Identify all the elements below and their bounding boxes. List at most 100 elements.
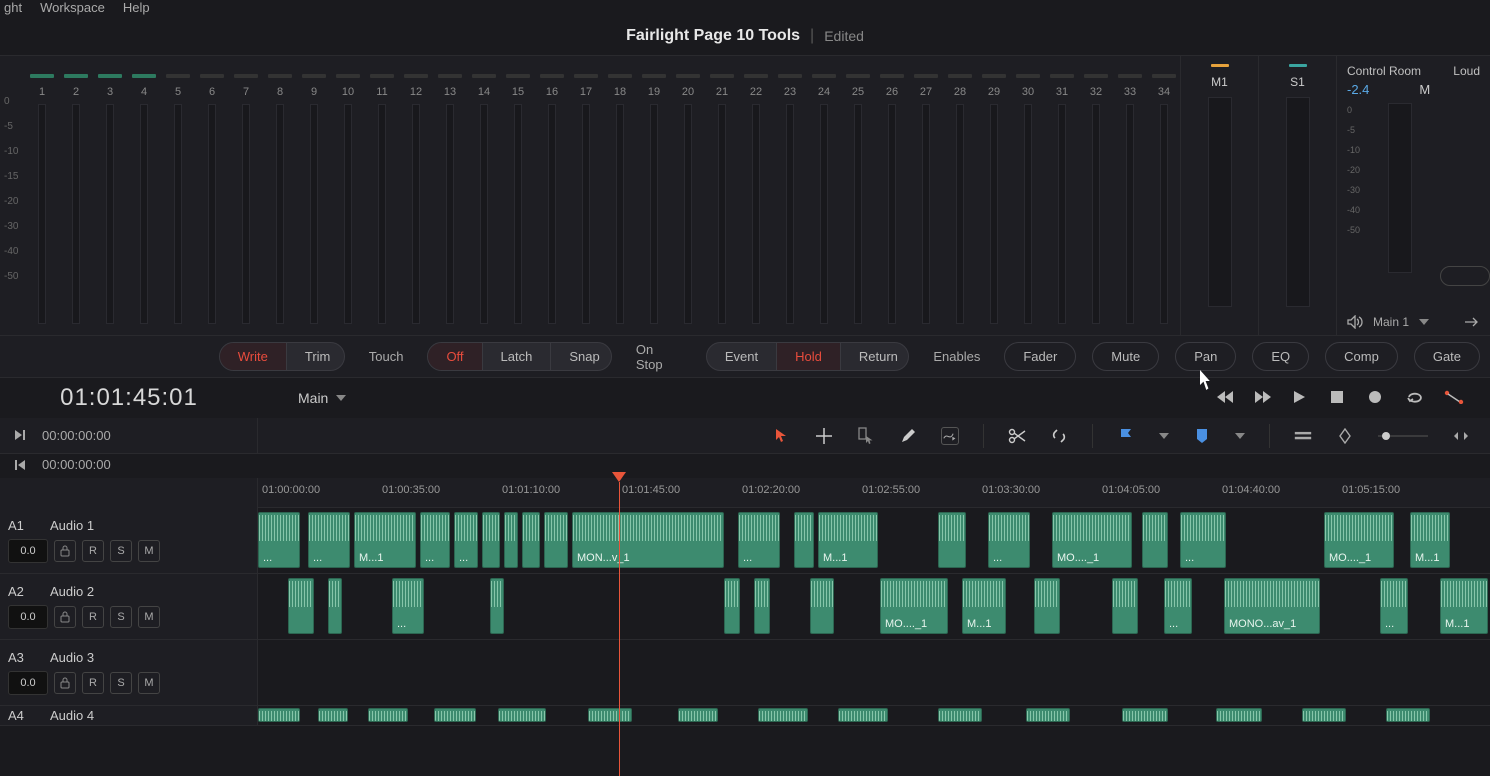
arm-button[interactable]: R [82,540,104,562]
audio-clip[interactable] [490,578,504,634]
audio-clip[interactable] [1122,708,1168,722]
audio-clip[interactable]: ... [988,512,1030,568]
touch-snap-button[interactable]: Snap [551,343,612,370]
touch-latch-button[interactable]: Latch [483,343,552,370]
channel-12[interactable]: 12 [402,74,430,324]
record-button[interactable] [1368,390,1384,406]
channel-8[interactable]: 8 [266,74,294,324]
audio-clip[interactable] [1386,708,1430,722]
fast-forward-button[interactable] [1254,390,1270,406]
automation-trim-button[interactable]: Trim [287,343,345,370]
channel-4[interactable]: 4 [130,74,158,324]
expand-icon[interactable] [1452,427,1470,445]
enable-fader-button[interactable]: Fader [1004,342,1076,371]
audio-clip[interactable] [678,708,718,722]
mute-button[interactable]: M [138,606,160,628]
audio-clip[interactable] [544,512,568,568]
out-point-timecode[interactable]: 00:00:00:00 [42,457,111,472]
arm-button[interactable]: R [82,606,104,628]
scrub-slider[interactable] [1378,427,1428,445]
audio-clip[interactable] [938,708,982,722]
audio-clip[interactable] [522,512,540,568]
timeline-view-icon[interactable] [1294,427,1312,445]
track-volume[interactable]: 0.0 [8,539,48,563]
audio-clip[interactable]: ... [420,512,450,568]
audio-clip[interactable] [758,708,808,722]
channel-32[interactable]: 32 [1082,74,1110,324]
audio-clip[interactable] [1216,708,1262,722]
audio-clip[interactable]: MONO...av_1 [1224,578,1320,634]
marker-blue-icon[interactable] [1193,427,1211,445]
track-header-A4[interactable]: A4Audio 4 [0,706,258,725]
enable-comp-button[interactable]: Comp [1325,342,1398,371]
audio-clip[interactable]: ... [1180,512,1226,568]
arm-button[interactable]: R [82,672,104,694]
rewind-button[interactable] [1216,390,1232,406]
pencil-tool-icon[interactable] [899,427,917,445]
channel-1[interactable]: 1 [28,74,56,324]
onstop-return-button[interactable]: Return [841,343,909,370]
audio-clip[interactable]: ... [1380,578,1408,634]
audio-clip[interactable] [328,578,342,634]
enable-pan-button[interactable]: Pan [1175,342,1236,371]
audio-clip[interactable]: M...1 [354,512,416,568]
track-lane-A2[interactable]: ...MO...._1M...1...MONO...av_1...M...1 [258,574,1490,639]
scissors-icon[interactable] [1008,427,1026,445]
audio-clip[interactable]: ... [392,578,424,634]
selection-tool-icon[interactable] [773,427,791,445]
arrow-right-icon[interactable] [1464,317,1480,327]
channel-29[interactable]: 29 [980,74,1008,324]
audio-clip[interactable] [1302,708,1346,722]
channel-3[interactable]: 3 [96,74,124,324]
enable-gate-button[interactable]: Gate [1414,342,1480,371]
channel-17[interactable]: 17 [572,74,600,324]
track-volume[interactable]: 0.0 [8,671,48,695]
goto-end-icon[interactable] [14,429,26,441]
enable-eq-button[interactable]: EQ [1252,342,1309,371]
channel-27[interactable]: 27 [912,74,940,324]
snap-icon[interactable] [1336,427,1354,445]
audio-clip[interactable] [498,708,546,722]
audio-clip[interactable] [754,578,770,634]
link-icon[interactable] [1050,427,1068,445]
mute-button[interactable]: M [138,672,160,694]
channel-31[interactable]: 31 [1048,74,1076,324]
audio-clip[interactable] [434,708,476,722]
solo-button[interactable]: S [110,672,132,694]
audio-clip[interactable] [1112,578,1138,634]
audio-clip[interactable] [288,578,314,634]
touch-off-button[interactable]: Off [428,343,482,370]
control-room-output[interactable]: Main 1 [1373,315,1409,329]
channel-6[interactable]: 6 [198,74,226,324]
track-header-A2[interactable]: A2Audio 20.0RSM [0,574,258,639]
channel-28[interactable]: 28 [946,74,974,324]
channel-14[interactable]: 14 [470,74,498,324]
channel-34[interactable]: 34 [1150,74,1178,324]
solo-button[interactable]: S [110,606,132,628]
audio-clip[interactable] [938,512,966,568]
automation-write-button[interactable]: Write [220,343,287,370]
channel-30[interactable]: 30 [1014,74,1042,324]
audio-clip[interactable] [318,708,348,722]
track-volume[interactable]: 0.0 [8,605,48,629]
audio-clip[interactable]: M...1 [818,512,878,568]
channel-7[interactable]: 7 [232,74,260,324]
channel-5[interactable]: 5 [164,74,192,324]
play-button[interactable] [1292,390,1308,406]
master-timecode[interactable]: 01:01:45:01 [60,384,198,412]
audio-clip[interactable]: M...1 [1440,578,1488,634]
audio-clip[interactable] [482,512,500,568]
audio-clip[interactable] [504,512,518,568]
loop-button[interactable] [1406,390,1422,406]
audio-clip[interactable] [1142,512,1168,568]
enable-mute-button[interactable]: Mute [1092,342,1159,371]
channel-10[interactable]: 10 [334,74,362,324]
channel-26[interactable]: 26 [878,74,906,324]
track-lane-A1[interactable]: ......M...1......MON...v_1...M...1...MO.… [258,508,1490,573]
in-point-timecode[interactable]: 00:00:00:00 [42,428,111,443]
flag-blue-icon[interactable] [1117,427,1135,445]
channel-15[interactable]: 15 [504,74,532,324]
audio-clip[interactable]: ... [454,512,478,568]
channel-22[interactable]: 22 [742,74,770,324]
onstop-hold-button[interactable]: Hold [777,343,841,370]
